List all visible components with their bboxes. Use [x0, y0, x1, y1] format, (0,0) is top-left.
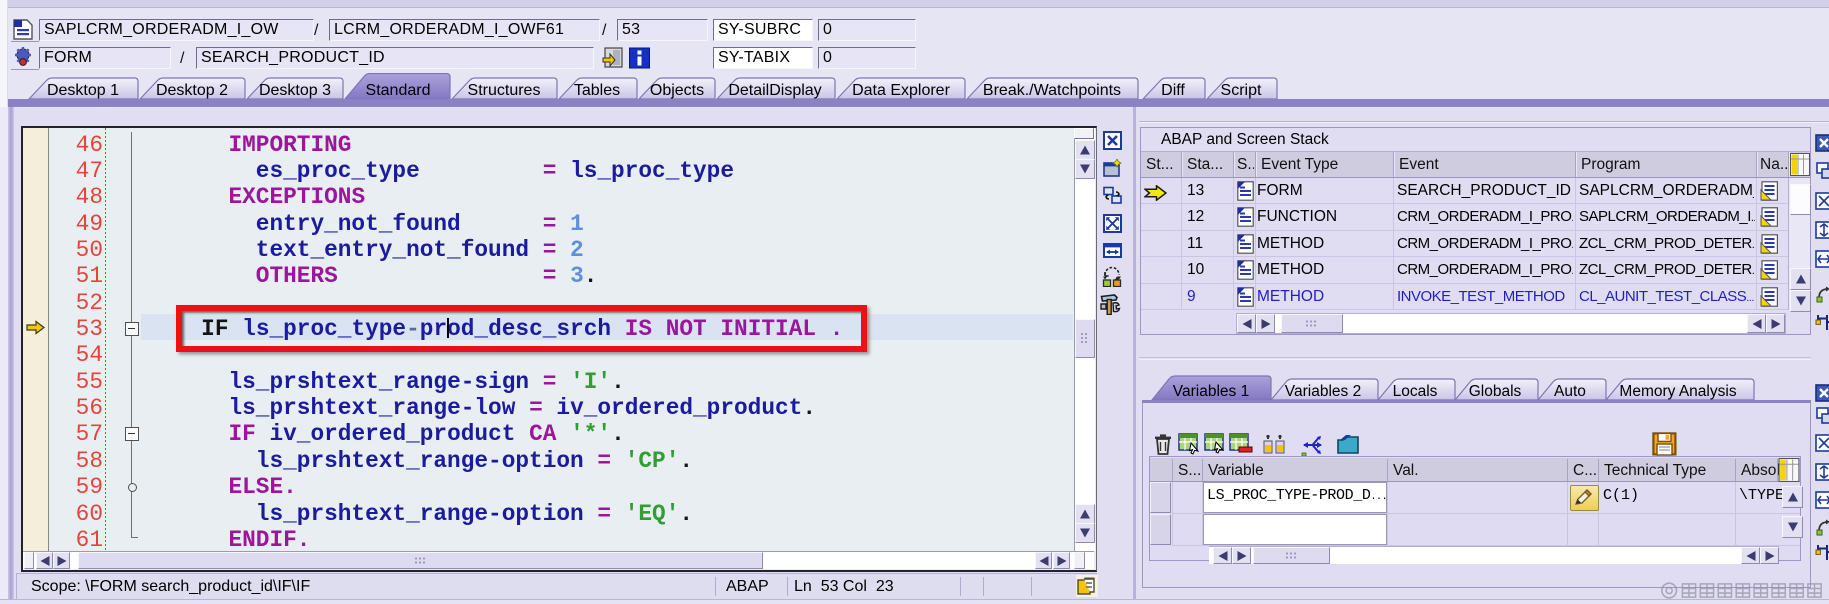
- svg-text:DetailDisplay: DetailDisplay: [728, 82, 821, 99]
- svg-text:Variables 2: Variables 2: [1285, 383, 1361, 400]
- svg-text:Data Explorer: Data Explorer: [852, 82, 950, 99]
- svg-text:Globals: Globals: [1469, 383, 1522, 400]
- svg-text:Standard: Standard: [366, 82, 431, 99]
- svg-text:Structures: Structures: [468, 82, 541, 99]
- svg-text:Objects: Objects: [650, 82, 704, 99]
- svg-text:Tables: Tables: [574, 82, 620, 99]
- svg-text:Auto: Auto: [1554, 383, 1586, 400]
- svg-text:Variables 1: Variables 1: [1173, 383, 1249, 400]
- svg-text:Diff: Diff: [1161, 82, 1185, 99]
- svg-text:Script: Script: [1221, 82, 1262, 99]
- svg-text:Desktop 2: Desktop 2: [156, 82, 228, 99]
- svg-text:Desktop 1: Desktop 1: [47, 82, 119, 99]
- svg-text:Locals: Locals: [1393, 383, 1438, 400]
- svg-text:Break./Watchpoints: Break./Watchpoints: [983, 82, 1121, 99]
- svg-text:Memory Analysis: Memory Analysis: [1619, 383, 1736, 400]
- svg-text:Desktop 3: Desktop 3: [259, 82, 331, 99]
